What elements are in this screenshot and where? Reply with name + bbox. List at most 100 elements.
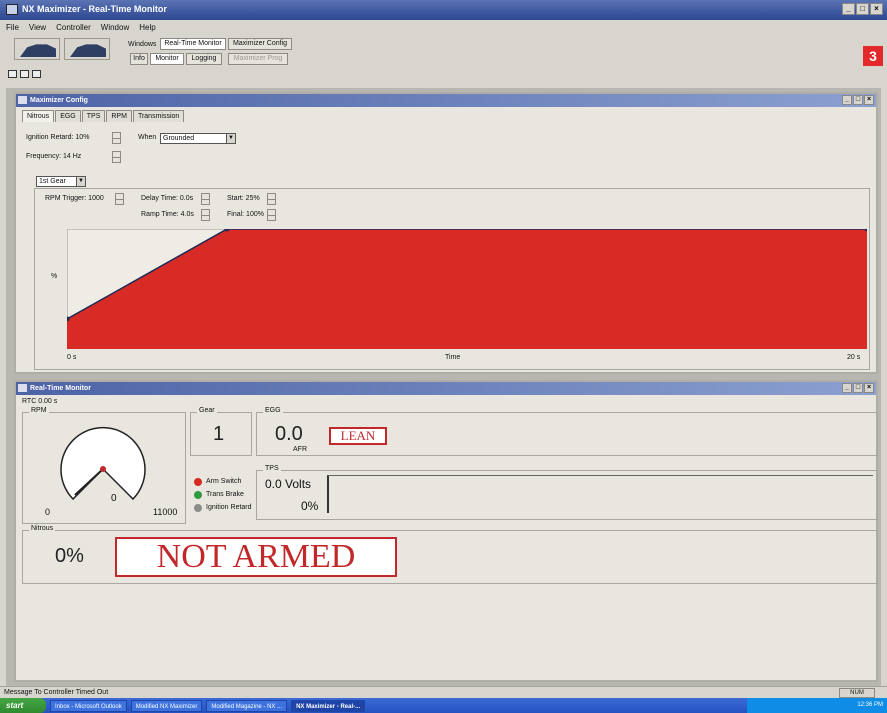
- egg-group: EGG 0.0 AFR LEAN: [256, 407, 878, 456]
- tab-nitrous[interactable]: Nitrous: [22, 110, 55, 122]
- gear-select[interactable]: 1st Gear ▼: [36, 176, 86, 187]
- app-icon: [6, 4, 18, 15]
- window-icon: [18, 384, 27, 392]
- nitrous-group: Nitrous 0% NOT ARMED: [22, 525, 878, 584]
- save-icon[interactable]: [32, 70, 41, 78]
- status-message: Message To Controller Timed Out: [4, 689, 109, 696]
- ignition-retard-label: Ignition Retard: 10%: [26, 134, 90, 141]
- tab-tps[interactable]: TPS: [81, 110, 106, 122]
- tab-rpm[interactable]: RPM: [106, 110, 132, 122]
- task-modified-nx-maximizer[interactable]: Modified NX Maximizer: [130, 699, 203, 712]
- rtc-readout: RTC 0.00 s: [22, 398, 58, 405]
- close-button[interactable]: ×: [870, 3, 883, 15]
- rpm-label: RPM: [29, 407, 49, 414]
- egg-value: 0.0: [275, 423, 303, 445]
- tps-bar: [327, 475, 873, 513]
- chevron-down-icon[interactable]: ▼: [226, 134, 235, 143]
- menu-help[interactable]: Help: [139, 23, 155, 32]
- menu-file[interactable]: File: [6, 23, 19, 32]
- task-outlook[interactable]: Inbox - Microsoft Outlook: [50, 699, 127, 712]
- realtime-monitor-button[interactable]: Real-Time Monitor: [160, 38, 226, 50]
- config-tabs: Nitrous EGG TPS RPM Transmission: [22, 110, 185, 122]
- delay-time-spinner[interactable]: [201, 193, 210, 205]
- when-select[interactable]: Grounded ▼: [160, 133, 236, 144]
- figure-number-badge: 3: [863, 46, 883, 66]
- menu-bar: File View Controller Window Help: [0, 20, 887, 34]
- config-window-title-bar[interactable]: Maximizer Config _ □ ×: [16, 94, 876, 107]
- menu-view[interactable]: View: [29, 23, 46, 32]
- config-minimize-button[interactable]: _: [842, 95, 852, 105]
- monitor-maximize-button[interactable]: □: [853, 383, 863, 393]
- toolbar: Windows Real-Time Monitor Maximizer Conf…: [0, 34, 887, 72]
- chart-x-axis-label: Time: [445, 354, 461, 361]
- tab-egg[interactable]: EGG: [55, 110, 81, 122]
- ramp-time-label: Ramp Time: 4.0s: [141, 211, 194, 218]
- monitor-window-title: Real-Time Monitor: [30, 385, 91, 392]
- chart-y-label: %: [51, 273, 58, 280]
- monitor-close-button[interactable]: ×: [864, 383, 874, 393]
- chevron-down-icon[interactable]: ▼: [76, 177, 85, 186]
- task-nx-maximizer[interactable]: NX Maximizer - Real-...: [291, 699, 366, 712]
- start-spinner[interactable]: [267, 193, 276, 205]
- gear-select-value: 1st Gear: [39, 178, 66, 185]
- when-select-value: Grounded: [163, 135, 195, 142]
- gear-label: Gear: [197, 407, 217, 414]
- ignition-retard-led: [194, 504, 202, 512]
- final-spinner[interactable]: [267, 209, 276, 221]
- rpm-min-label: 0: [45, 507, 51, 517]
- config-close-button[interactable]: ×: [864, 95, 874, 105]
- menu-window[interactable]: Window: [101, 23, 129, 32]
- rpm-value: 0: [111, 493, 117, 504]
- rpm-trigger-spinner[interactable]: [115, 193, 124, 205]
- window-title: NX Maximizer - Real-Time Monitor: [22, 4, 167, 14]
- config-window-title: Maximizer Config: [30, 97, 88, 104]
- frequency-spinner[interactable]: [112, 151, 121, 163]
- connect-car-button[interactable]: [14, 38, 60, 60]
- nitrous-ramp-chart: [67, 229, 867, 349]
- start-button[interactable]: start: [0, 698, 46, 713]
- tps-percent: 0%: [301, 499, 319, 513]
- chart-x-end-label: 20 s: [847, 354, 861, 361]
- ignition-retard-spinner[interactable]: [112, 132, 121, 144]
- trans-brake-led: [194, 491, 202, 499]
- new-icon[interactable]: [8, 70, 17, 78]
- rpm-gauge-hub: [100, 466, 106, 472]
- window-icon: [18, 96, 27, 104]
- tps-group: TPS 0.0 Volts 0%: [256, 465, 878, 520]
- open-icon[interactable]: [20, 70, 29, 78]
- nitrous-value: 0%: [55, 545, 84, 567]
- lean-indicator: LEAN: [329, 427, 387, 445]
- monitor-minimize-button[interactable]: _: [842, 383, 852, 393]
- final-label: Final: 100%: [227, 211, 264, 218]
- small-toolbar: [8, 70, 41, 78]
- chart-x-start-label: 0 s: [67, 354, 77, 361]
- info-button[interactable]: Info: [130, 53, 148, 65]
- trans-brake-label: Trans Brake: [206, 491, 244, 498]
- arm-switch-label: Arm Switch: [206, 478, 242, 485]
- minimize-button[interactable]: _: [842, 3, 855, 15]
- logging-button[interactable]: Logging: [186, 53, 222, 65]
- menu-controller[interactable]: Controller: [56, 23, 91, 32]
- config-maximize-button[interactable]: □: [853, 95, 863, 105]
- disconnect-car-button[interactable]: [64, 38, 110, 60]
- monitor-window-title-bar[interactable]: Real-Time Monitor _ □ ×: [16, 382, 876, 395]
- window-title-bar[interactable]: NX Maximizer - Real-Time Monitor _ □ ×: [0, 0, 887, 20]
- delay-time-label: Delay Time: 0.0s: [141, 195, 194, 202]
- gear-group: Gear 1: [190, 407, 252, 456]
- config-window: Maximizer Config _ □ × Nitrous EGG TPS R…: [14, 92, 878, 374]
- ramp-time-spinner[interactable]: [201, 209, 210, 221]
- when-label: When: [138, 134, 157, 141]
- monitor-button[interactable]: Monitor: [150, 53, 184, 65]
- monitor-window: Real-Time Monitor _ □ × RTC 0.00 s RPM 0…: [14, 380, 878, 682]
- maximizer-prog-button[interactable]: Maximizer Prog: [228, 53, 288, 65]
- rpm-gauge: [60, 426, 146, 501]
- egg-label: EGG: [263, 407, 283, 414]
- rpm-trigger-label: RPM Trigger: 1000: [45, 195, 104, 202]
- system-tray: 12:36 PM: [747, 698, 887, 713]
- tab-transmission[interactable]: Transmission: [132, 110, 185, 122]
- car-icon: [20, 44, 56, 57]
- maximizer-config-button[interactable]: Maximizer Config: [228, 38, 292, 50]
- maximize-button[interactable]: □: [856, 3, 869, 15]
- task-modified-magazine[interactable]: Modified Magazine - NX ...: [206, 699, 288, 712]
- taskbar: start Inbox - Microsoft Outlook Modified…: [0, 698, 887, 713]
